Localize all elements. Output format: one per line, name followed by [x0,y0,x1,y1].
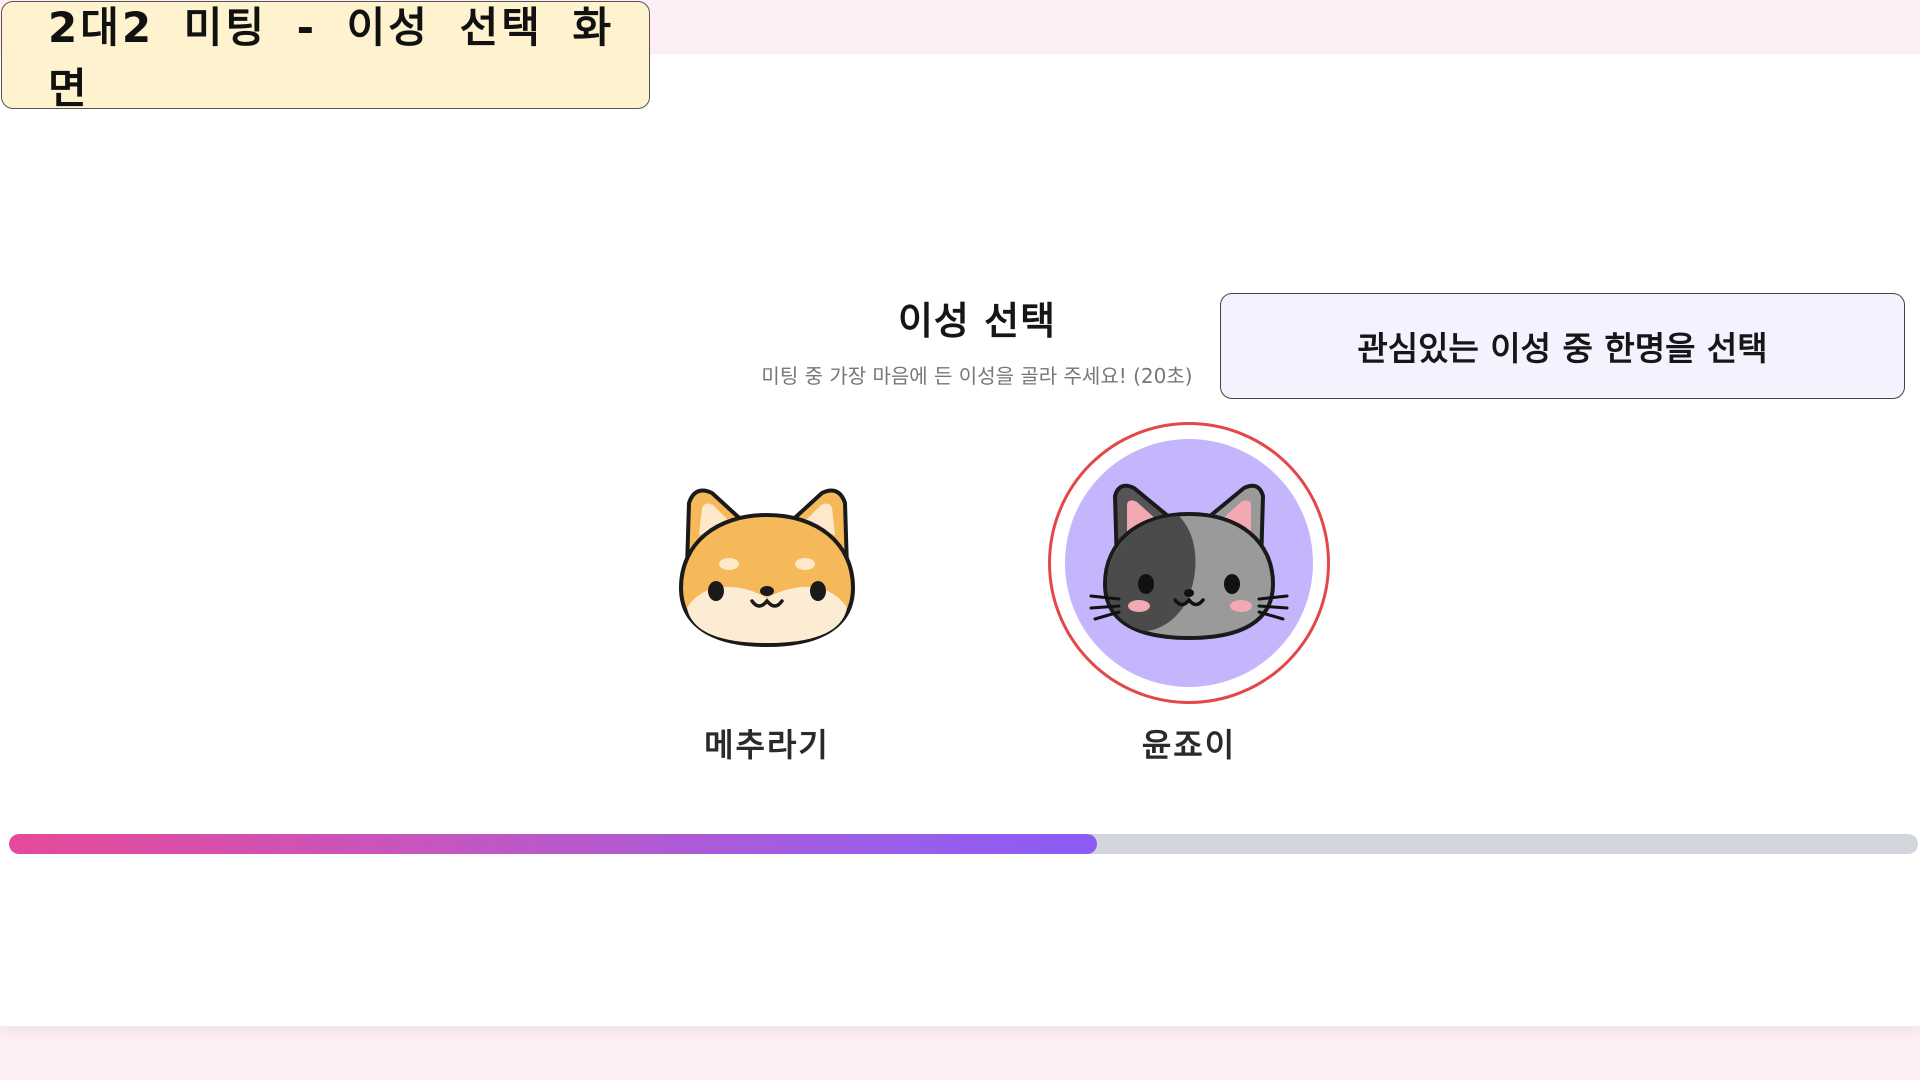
frame-title-label: 2대2 미팅 - 이성 선택 화면 [1,1,650,113]
candidate-card-1[interactable]: 메추라기 [622,422,912,766]
candidate-avatar [1048,422,1330,704]
instruction-text: 관심있는 이성 중 한명을 선택 [1357,329,1768,368]
candidate-name: 메추라기 [704,726,830,764]
timer-progress-bar [9,834,1918,854]
candidate-avatar [626,422,908,704]
selection-screen [0,54,1920,1026]
instruction-callout: 관심있는 이성 중 한명을 선택 [1220,293,1905,399]
shiba-dog-icon [678,488,856,648]
page: 2대2 미팅 - 이성 선택 화면 이성 선택 미팅 중 가장 마음에 든 이성… [0,0,1920,1080]
gray-cat-icon [1089,483,1289,641]
candidate-name: 윤죠이 [1141,726,1237,764]
candidate-card-2[interactable]: 윤죠이 [1044,422,1334,766]
timer-progress-fill [9,834,1098,854]
frame-title-text: 2대2 미팅 - 이성 선택 화면 [48,3,615,113]
